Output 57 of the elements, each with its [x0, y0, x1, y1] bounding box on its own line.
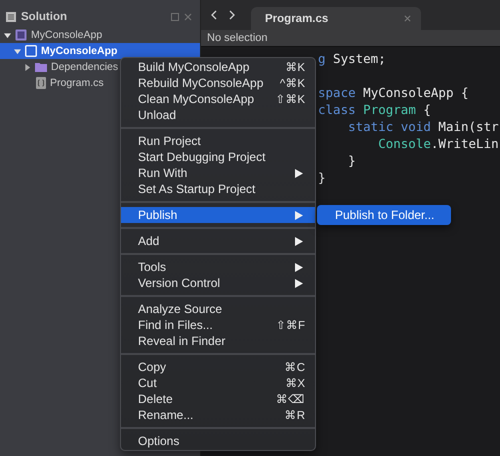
- shortcut-label: ⌘C: [284, 361, 305, 374]
- close-icon[interactable]: [404, 15, 411, 22]
- tree-label: Dependencies: [51, 61, 118, 73]
- menu-item[interactable]: Options: [121, 433, 315, 449]
- submenu-item[interactable]: Publish to Folder...: [317, 205, 451, 225]
- solution-icon: [15, 29, 27, 41]
- forward-icon[interactable]: [229, 10, 235, 20]
- breadcrumb: No selection: [207, 32, 268, 44]
- menu-item[interactable]: Rebuild MyConsoleApp ^⌘K: [121, 75, 315, 91]
- tree-label: MyConsoleApp: [31, 29, 102, 41]
- back-icon[interactable]: [211, 10, 217, 20]
- menu-item[interactable]: Copy ⌘C: [121, 359, 315, 375]
- tree-item[interactable]: MyConsoleApp: [0, 27, 200, 43]
- file-tab[interactable]: Program.cs: [251, 7, 421, 30]
- code-line: }: [347, 153, 356, 168]
- menu-item[interactable]: Add: [121, 233, 315, 249]
- collapsed-triangle-icon[interactable]: [24, 64, 31, 70]
- expanded-triangle-icon[interactable]: [14, 48, 21, 54]
- menu-item[interactable]: Version Control: [121, 275, 315, 291]
- code-line: g System;: [318, 51, 386, 66]
- menu-item[interactable]: Set As Startup Project: [121, 181, 315, 197]
- folder-icon: [35, 62, 47, 72]
- menu-item[interactable]: Cut ⌘X: [121, 375, 315, 391]
- project-icon: [25, 45, 37, 57]
- file-icon: [36, 77, 46, 89]
- menu-item[interactable]: Find in Files... ⇧⌘F: [121, 317, 315, 333]
- shortcut-label: ^⌘K: [280, 77, 305, 90]
- code-line: class Program {: [318, 102, 431, 117]
- shortcut-label: ⇧⌘K: [275, 93, 305, 106]
- menu-item[interactable]: Reveal in Finder: [121, 333, 315, 349]
- menu-item[interactable]: Unload: [121, 107, 315, 123]
- shortcut-label: ⌘K: [285, 61, 305, 74]
- code-line: Console.WriteLin: [377, 136, 499, 151]
- expanded-triangle-icon[interactable]: [4, 32, 11, 38]
- tree-label: Program.cs: [50, 77, 104, 89]
- menu-item[interactable]: Rename... ⌘R: [121, 407, 315, 423]
- menu-item[interactable]: Clean MyConsoleApp ⇧⌘K: [121, 91, 315, 107]
- menu-item[interactable]: Start Debugging Project: [121, 149, 315, 165]
- menu-item[interactable]: Tools: [121, 259, 315, 275]
- code-line: }: [318, 170, 326, 185]
- shortcut-label: ⌘X: [285, 377, 305, 390]
- shortcut-label: ⇧⌘F: [276, 319, 305, 332]
- menu-item[interactable]: Publish: [121, 207, 315, 223]
- shortcut-label: ⌘R: [284, 409, 305, 422]
- document-icon: [6, 12, 16, 22]
- menu-item[interactable]: Analyze Source: [121, 301, 315, 317]
- tree-label: MyConsoleApp: [41, 45, 118, 57]
- code-line: static void Main(str: [347, 119, 499, 134]
- tree-item[interactable]: MyConsoleApp: [0, 43, 200, 59]
- menu-item[interactable]: Delete ⌘⌫: [121, 391, 315, 407]
- tab-label: Program.cs: [265, 12, 328, 24]
- menu-item[interactable]: Run Project: [121, 133, 315, 149]
- menu-item[interactable]: Build MyConsoleApp ⌘K: [121, 59, 315, 75]
- panel-title: Solution: [21, 11, 68, 23]
- code-line: space MyConsoleApp {: [318, 85, 469, 100]
- shortcut-label: ⌘⌫: [276, 393, 305, 406]
- menu-item[interactable]: Run With: [121, 165, 315, 181]
